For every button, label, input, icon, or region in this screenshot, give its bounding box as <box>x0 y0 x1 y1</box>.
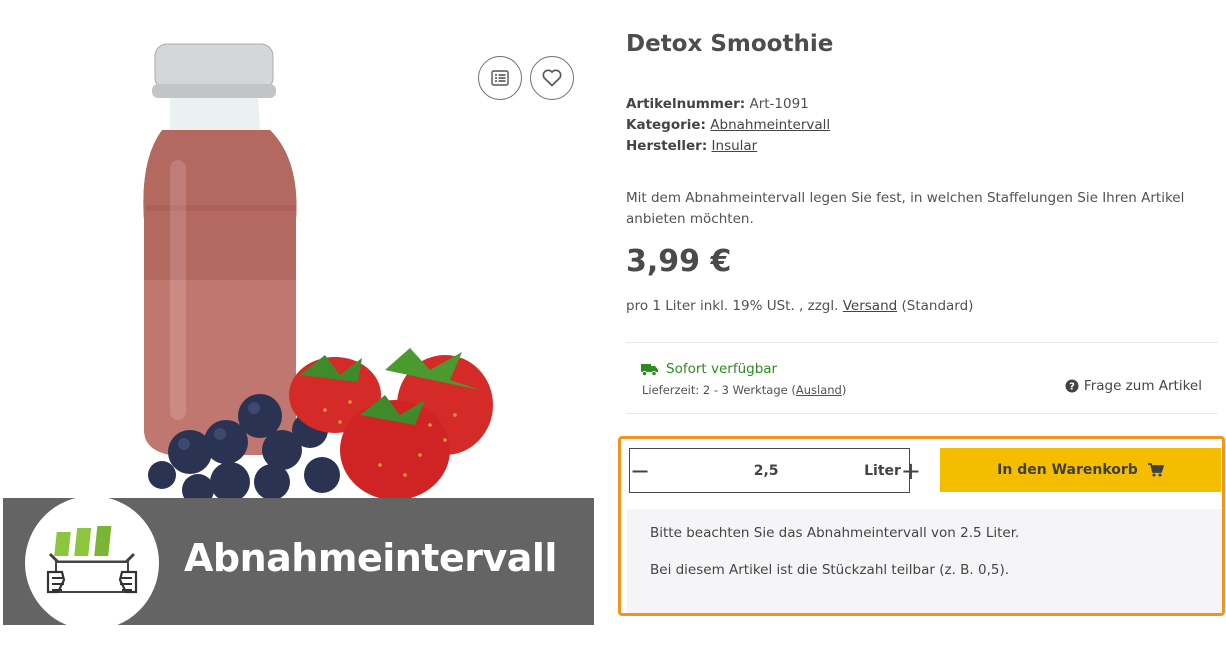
hands-box-icon <box>46 526 138 594</box>
lieferzeit-suffix: ) <box>841 383 847 397</box>
shipping-link[interactable]: Versand <box>843 298 897 314</box>
hersteller-row: Hersteller: Insular <box>626 136 830 157</box>
banner-logo <box>25 496 159 630</box>
hersteller-link[interactable]: Insular <box>712 138 758 154</box>
kategorie-link[interactable]: Abnahmeintervall <box>710 117 830 133</box>
question-circle-icon: ? <box>1065 379 1079 393</box>
svg-text:?: ? <box>1069 382 1075 393</box>
decrease-quantity-button[interactable]: − <box>630 449 650 492</box>
interval-note: Bitte beachten Sie das Abnahmeintervall … <box>650 525 1020 541</box>
list-icon <box>491 70 509 86</box>
ausland-link[interactable]: Ausland <box>796 383 842 397</box>
availability: Sofort verfügbar <box>641 361 777 377</box>
add-to-cart-button[interactable]: In den Warenkorb <box>940 448 1221 492</box>
cart-icon <box>1147 463 1164 477</box>
tax-suffix: (Standard) <box>901 298 974 314</box>
quantity-stepper: − Liter + <box>629 448 921 493</box>
lieferzeit: Lieferzeit: 2 - 3 Werktage (Ausland) <box>642 383 846 397</box>
product-price: 3,99 € <box>626 244 732 279</box>
availability-text: Sofort verfügbar <box>666 361 778 377</box>
question-text: Frage zum Artikel <box>1083 378 1202 394</box>
product-meta: Artikelnummer: Art-1091 Kategorie: Abnah… <box>626 94 830 157</box>
divisible-note: Bei diesem Artikel ist die Stückzahl tei… <box>650 562 1010 578</box>
lieferzeit-prefix: Lieferzeit: 2 - 3 Werktage ( <box>642 383 796 397</box>
compare-button[interactable] <box>478 56 522 100</box>
kategorie-row: Kategorie: Abnahmeintervall <box>626 115 830 136</box>
heart-icon <box>542 69 562 87</box>
question-about-product-link[interactable]: ? Frage zum Artikel <box>1065 378 1202 394</box>
artikelnummer-label: Artikelnummer: <box>626 96 746 112</box>
hersteller-label: Hersteller: <box>626 138 708 154</box>
kategorie-label: Kategorie: <box>626 117 706 133</box>
increase-quantity-button[interactable]: + <box>901 449 921 492</box>
banner-title: Abnahmeintervall <box>184 536 557 580</box>
delivery-box: Sofort verfügbar Lieferzeit: 2 - 3 Werkt… <box>626 342 1218 414</box>
tax-prefix: pro 1 Liter inkl. 19% USt. , zzgl. <box>626 298 839 314</box>
add-to-cart-label: In den Warenkorb <box>997 462 1138 478</box>
wishlist-button[interactable] <box>530 56 574 100</box>
artikelnummer-row: Artikelnummer: Art-1091 <box>626 94 830 115</box>
product-image[interactable] <box>100 30 520 510</box>
interval-note-box: Bitte beachten Sie das Abnahmeintervall … <box>627 509 1222 613</box>
tax-info: pro 1 Liter inkl. 19% USt. , zzgl. Versa… <box>626 298 973 314</box>
truck-icon <box>641 363 658 376</box>
product-gallery: Abnahmeintervall <box>0 0 600 655</box>
artikelnummer-value: Art-1091 <box>749 96 809 112</box>
product-title: Detox Smoothie <box>626 31 834 57</box>
abnahmeintervall-banner: Abnahmeintervall <box>3 496 594 630</box>
product-description: Mit dem Abnahmeintervall legen Sie fest,… <box>626 190 1185 227</box>
purchase-section: − Liter + In den Warenkorb Bitte beachte… <box>618 436 1225 616</box>
quantity-unit: Liter <box>864 462 901 479</box>
quantity-input[interactable] <box>650 462 865 479</box>
